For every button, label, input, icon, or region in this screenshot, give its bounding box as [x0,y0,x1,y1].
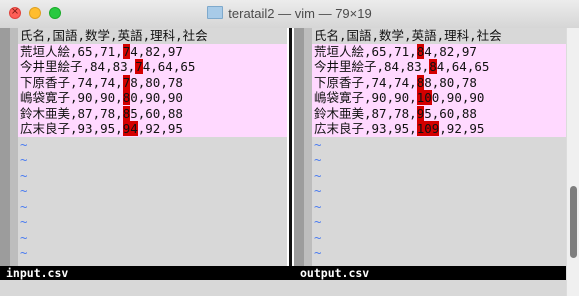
right-buffer-lines[interactable]: 氏名,国語,数学,英語,理科,社会 荒垣人絵,65,71,84,82,97 今井里絵… [312,28,566,261]
line-text-rest: 0,90,90 [130,90,183,105]
tilde-marker: ~ [314,136,322,152]
diff-change-highlight: 109 [416,121,440,136]
line-text-rest: ,92,95 [439,121,485,136]
empty-line-marker[interactable]: ~ [312,230,566,246]
empty-line-marker[interactable]: ~ [18,137,287,153]
buffer-line[interactable]: 氏名,国語,数学,英語,理科,社会 [312,28,566,44]
empty-line-marker[interactable]: ~ [312,214,566,230]
tilde-marker: ~ [314,183,322,198]
line-text: 荒垣人絵,65,71, [314,43,417,59]
line-text: 荒垣人絵,65,71, [20,43,123,59]
diff-change-highlight: 94 [122,121,138,136]
left-buffer-lines[interactable]: 氏名,国語,数学,英語,理科,社会 荒垣人絵,65,71,74,82,97 今井里絵… [18,28,287,261]
line-text-rest: 4,64,65 [142,59,196,74]
scrollbar-thumb[interactable] [570,186,577,258]
buffer-line[interactable]: 広末良子,93,95,94,92,95 [18,121,287,137]
window-title-container: teratail2 — vim — 79×19 [0,6,579,21]
line-text: 氏名,国語,数学,英語,理科,社会 [314,28,502,43]
empty-line-marker[interactable]: ~ [312,245,566,261]
tilde-marker: ~ [20,183,28,198]
tilde-marker: ~ [20,245,28,260]
buffer-line[interactable]: 嶋袋寛子,90,90,100,90,90 [312,90,566,106]
buffer-line[interactable]: 荒垣人絵,65,71,84,82,97 [312,43,566,59]
line-text: 今井里絵子,84,83, [20,59,136,74]
buffer-line[interactable]: 下原香子,74,74,88,80,78 [312,74,566,90]
empty-line-marker[interactable]: ~ [312,183,566,199]
line-text-rest: 0,90,90 [431,90,485,105]
tilde-marker: ~ [314,167,322,183]
tilde-marker: ~ [20,152,28,167]
window-title: teratail2 — vim — 79×19 [228,6,372,21]
fold-column [294,28,304,266]
line-text-rest: 8,80,78 [424,74,477,90]
line-text: 広末良子,93,95, [20,121,123,136]
buffer-line[interactable]: 今井里絵子,84,83,74,64,65 [18,59,287,75]
vertical-scrollbar[interactable] [566,28,579,296]
line-text: 嶋袋寛子,90,90, [314,90,417,105]
buffer-line[interactable]: 鈴木亜美,87,78,85,60,88 [18,105,287,121]
diff-change-highlight: 7 [135,59,143,74]
tilde-marker: ~ [20,229,28,245]
buffer-line[interactable]: 今井里絵子,84,83,84,64,65 [312,59,566,75]
empty-line-marker[interactable]: ~ [18,230,287,246]
diff-change-highlight: 8 [429,59,437,74]
tilde-marker: ~ [314,245,322,260]
split-bar [289,28,292,266]
empty-line-marker[interactable]: ~ [18,183,287,199]
buffer-line[interactable]: 広末良子,93,95,109,92,95 [312,121,566,137]
empty-line-marker[interactable]: ~ [18,168,287,184]
line-text: 下原香子,74,74, [314,74,417,90]
empty-line-marker[interactable]: ~ [18,152,287,168]
line-text: 嶋袋寛子,90,90, [20,90,123,105]
buffer-line[interactable]: 荒垣人絵,65,71,74,82,97 [18,43,287,59]
line-text: 鈴木亜美,87,78, [20,105,123,121]
sign-column [304,28,312,266]
folder-icon [207,6,224,19]
empty-line-marker[interactable]: ~ [312,137,566,153]
title-bar: × teratail2 — vim — 79×19 [0,0,579,29]
tilde-marker: ~ [20,214,28,229]
line-text-rest: 5,60,88 [424,105,477,121]
tilde-marker: ~ [20,136,28,152]
vertical-split-separator[interactable] [287,28,294,266]
buffer-line[interactable]: 氏名,国語,数学,英語,理科,社会 [18,28,287,44]
tilde-marker: ~ [314,229,322,245]
buffer-line[interactable]: 嶋袋寛子,90,90,80,90,90 [18,90,287,106]
left-editor-pane[interactable]: 氏名,国語,数学,英語,理科,社会 荒垣人絵,65,71,74,82,97 今井里絵… [0,28,287,266]
buffer-line[interactable]: 下原香子,74,74,78,80,78 [18,74,287,90]
line-text: 今井里絵子,84,83, [314,59,430,74]
line-text: 下原香子,74,74, [20,74,123,90]
line-text-rest: 4,82,97 [130,43,183,59]
left-status-line: input.csv [0,266,287,280]
tilde-marker: ~ [314,198,322,214]
sign-column [10,28,18,266]
right-status-line: output.csv [294,266,566,280]
buffer-line[interactable]: 鈴木亜美,87,78,95,60,88 [312,105,566,121]
line-text: 広末良子,93,95, [314,121,417,136]
tilde-marker: ~ [314,214,322,229]
diff-change-highlight: 10 [416,90,432,105]
tilde-marker: ~ [20,167,28,183]
empty-line-marker[interactable]: ~ [18,199,287,215]
empty-line-marker[interactable]: ~ [312,168,566,184]
empty-line-marker[interactable]: ~ [312,152,566,168]
empty-line-marker[interactable]: ~ [18,214,287,230]
line-text: 鈴木亜美,87,78, [314,105,417,121]
line-text-rest: 4,64,65 [436,59,490,74]
line-text-rest: 5,60,88 [130,105,183,121]
empty-line-marker[interactable]: ~ [18,245,287,261]
status-separator [287,266,294,280]
command-line[interactable] [0,280,566,296]
tilde-marker: ~ [20,198,28,214]
fold-column [0,28,10,266]
empty-line-marker[interactable]: ~ [312,199,566,215]
line-text-rest: 8,80,78 [130,74,183,90]
line-text-rest: ,92,95 [137,121,183,136]
tilde-marker: ~ [314,152,322,167]
line-text-rest: 4,82,97 [424,43,477,59]
right-editor-pane[interactable]: 氏名,国語,数学,英語,理科,社会 荒垣人絵,65,71,84,82,97 今井里絵… [294,28,566,266]
line-text: 氏名,国語,数学,英語,理科,社会 [20,28,208,43]
